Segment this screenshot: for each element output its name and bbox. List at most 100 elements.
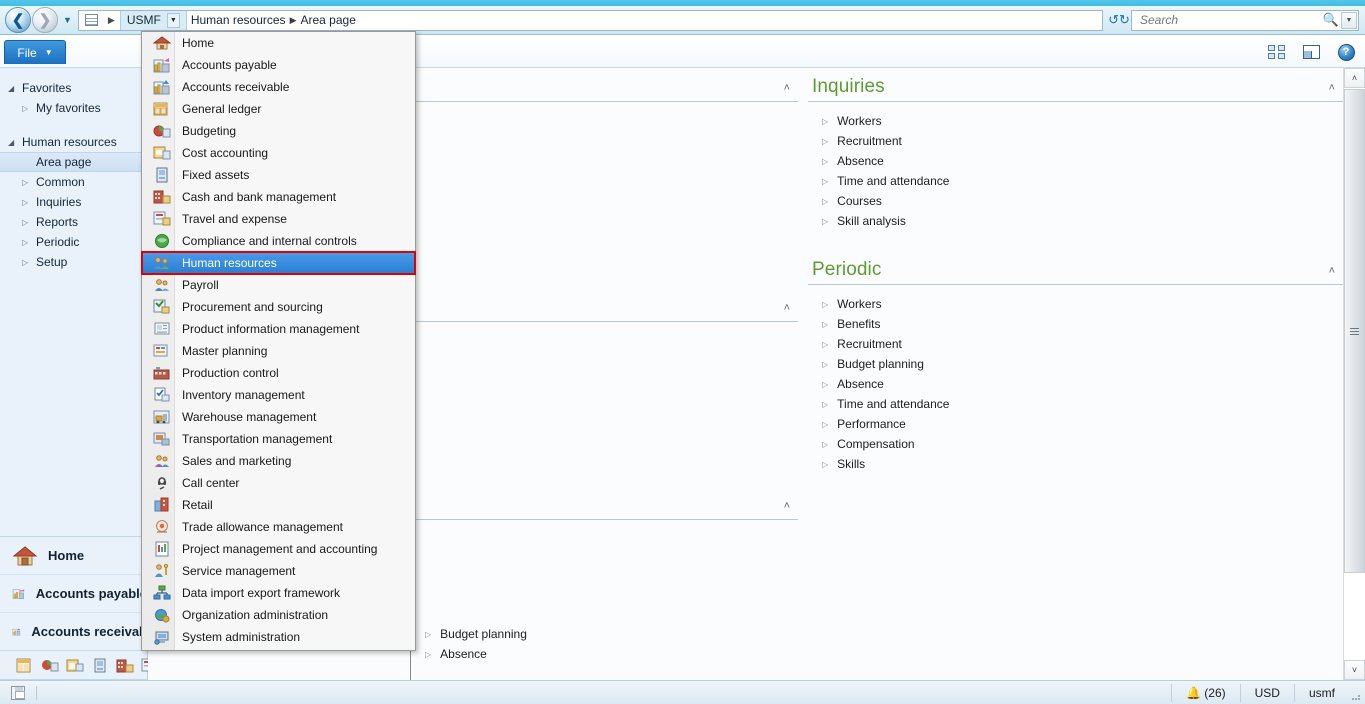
menu-item-sales-and-marketing[interactable]: Sales and marketing [142,450,415,472]
sidebar-item-inquiries[interactable]: ▷ Inquiries [0,192,147,212]
menu-item-retail[interactable]: Retail [142,494,415,516]
search-icon[interactable]: 🔍 [1321,12,1341,28]
module-dropdown-menu[interactable]: Home Accounts payable Accounts receivabl… [141,31,416,651]
link-expander-icon[interactable]: ▷ [822,197,828,206]
menu-item-transportation-management[interactable]: Transportation management [142,428,415,450]
link-expander-icon[interactable]: ▷ [425,650,431,659]
search-box[interactable]: 🔍 ▼ [1131,9,1359,31]
list-item[interactable]: ▷ Absence [425,644,798,664]
list-item-periodic-benefits[interactable]: ▷ Benefits [822,314,1343,334]
collapse-chevron-icon-3[interactable]: ˄ [784,501,790,516]
menu-item-fixed-assets[interactable]: Fixed assets [142,164,415,186]
link-expander-icon[interactable]: ▷ [822,300,828,309]
search-dropdown-caret-icon[interactable]: ▼ [1341,11,1357,29]
periodic-expander-icon[interactable]: ▷ [22,238,36,247]
scroll-up-button[interactable]: ˄ [1344,68,1365,88]
menu-item-budgeting[interactable]: Budgeting [142,120,415,142]
menu-item-cost-accounting[interactable]: Cost accounting [142,142,415,164]
inquiries-expander-icon[interactable]: ▷ [22,198,36,207]
common-expander-icon[interactable]: ▷ [22,178,36,187]
breadcrumb-address-field[interactable]: ▶ USMF ▼ Human resources ▶ Area page [77,9,1103,31]
link-expander-icon[interactable]: ▷ [822,380,828,389]
list-item-periodic-skills[interactable]: ▷ Skills [822,454,1343,474]
menu-item-human-resources[interactable]: Human resources [141,251,416,275]
link-expander-icon[interactable]: ▷ [822,340,828,349]
menu-item-accounts-payable[interactable]: Accounts payable [142,54,415,76]
link-expander-icon[interactable]: ▷ [822,400,828,409]
back-button[interactable]: ❮ [5,7,31,33]
menu-item-call-center[interactable]: Call center [142,472,415,494]
list-item-inquiries-time-and-attendance[interactable]: ▷ Time and attendance [822,171,1343,191]
link-expander-icon[interactable]: ▷ [822,420,828,429]
menu-item-payroll[interactable]: Payroll [142,274,415,296]
list-item-inquiries-recruitment[interactable]: ▷ Recruitment [822,131,1343,151]
sidebar-item-setup[interactable]: ▷ Setup [0,252,147,272]
resize-grip-icon[interactable] [1349,686,1363,700]
reports-expander-icon[interactable]: ▷ [22,218,36,227]
menu-item-trade-allowance-management[interactable]: Trade allowance management [142,516,415,538]
menu-item-compliance-and-internal-controls[interactable]: Compliance and internal controls [142,230,415,252]
forward-button[interactable]: ❯ [32,7,58,33]
menu-item-cash-and-bank-management[interactable]: Cash and bank management [142,186,415,208]
list-item-inquiries-skill-analysis[interactable]: ▷ Skill analysis [822,211,1343,231]
menu-item-inventory-management[interactable]: Inventory management [142,384,415,406]
layouts-icon[interactable] [1265,41,1287,63]
cost-accounting-icon[interactable] [66,657,84,674]
menu-item-home[interactable]: Home [142,32,415,54]
menu-item-production-control[interactable]: Production control [142,362,415,384]
menu-item-master-planning[interactable]: Master planning [142,340,415,362]
menu-item-warehouse-management[interactable]: Warehouse management [142,406,415,428]
status-currency[interactable]: USD [1239,683,1294,702]
link-expander-icon[interactable]: ▷ [822,137,828,146]
place-accounts-receivable[interactable]: Accounts receivab [0,612,147,650]
place-accounts-payable[interactable]: Accounts payable [0,574,147,612]
favorites-expander-icon[interactable]: ◢ [8,84,22,93]
list-item-periodic-workers[interactable]: ▷ Workers [822,294,1343,314]
sidebar-item-reports[interactable]: ▷ Reports [0,212,147,232]
budgeting-icon[interactable] [41,657,59,674]
status-notifications[interactable]: 🔔 (26) [1171,683,1239,702]
menu-item-general-ledger[interactable]: General ledger [142,98,415,120]
link-expander-icon[interactable]: ▷ [822,117,828,126]
human-resources-expander-icon[interactable]: ◢ [8,138,22,147]
menu-item-product-information-management[interactable]: Product information management [142,318,415,340]
menu-item-project-management-and-accounting[interactable]: Project management and accounting [142,538,415,560]
refresh-icon[interactable]: ↺↻ [1107,10,1131,31]
menu-item-procurement-and-sourcing[interactable]: Procurement and sourcing [142,296,415,318]
company-selector[interactable]: USMF ▼ [119,10,187,30]
scroll-down-button[interactable]: ˅ [1344,660,1365,680]
general-ledger-icon[interactable] [16,657,34,674]
list-item-periodic-recruitment[interactable]: ▷ Recruitment [822,334,1343,354]
link-expander-icon[interactable]: ▷ [822,440,828,449]
menu-item-service-management[interactable]: Service management [142,560,415,582]
sidebar-item-common[interactable]: ▷ Common [0,172,147,192]
pane-layout-icon[interactable] [1300,41,1322,63]
link-expander-icon[interactable]: ▷ [822,360,828,369]
cash-bank-icon[interactable] [116,657,134,674]
sidebar-group-favorites[interactable]: ◢ Favorites [0,78,147,98]
sidebar-item-area-page[interactable]: Area page [0,152,147,172]
search-input[interactable] [1132,11,1321,29]
breadcrumb-item-1[interactable]: Area page [296,13,359,27]
list-item-periodic-compensation[interactable]: ▷ Compensation [822,434,1343,454]
collapse-chevron-icon-2[interactable]: ˄ [784,303,790,318]
vertical-scrollbar[interactable]: ˄ ˅ [1343,68,1365,680]
link-expander-icon[interactable]: ▷ [425,630,431,639]
list-item-inquiries-absence[interactable]: ▷ Absence [822,151,1343,171]
list-item-periodic-performance[interactable]: ▷ Performance [822,414,1343,434]
list-item[interactable]: ▷ Budget planning [425,624,798,644]
link-expander-icon[interactable]: ▷ [822,157,828,166]
collapse-chevron-icon-inquiries[interactable]: ˄ [1329,83,1335,98]
scrollbar-thumb[interactable] [1344,89,1365,573]
link-expander-icon[interactable]: ▷ [822,177,828,186]
status-company[interactable]: usmf [1293,683,1349,702]
link-expander-icon[interactable]: ▷ [822,460,828,469]
menu-item-organization-administration[interactable]: Organization administration [142,604,415,626]
sidebar-group-human-resources[interactable]: ◢ Human resources [0,132,147,152]
link-expander-icon[interactable]: ▷ [822,217,828,226]
place-home[interactable]: Home [0,536,147,574]
status-save-indicator[interactable] [0,685,36,700]
fixed-assets-icon[interactable] [91,657,109,674]
collapse-chevron-icon-periodic[interactable]: ˄ [1329,266,1335,281]
sidebar-item-periodic[interactable]: ▷ Periodic [0,232,147,252]
